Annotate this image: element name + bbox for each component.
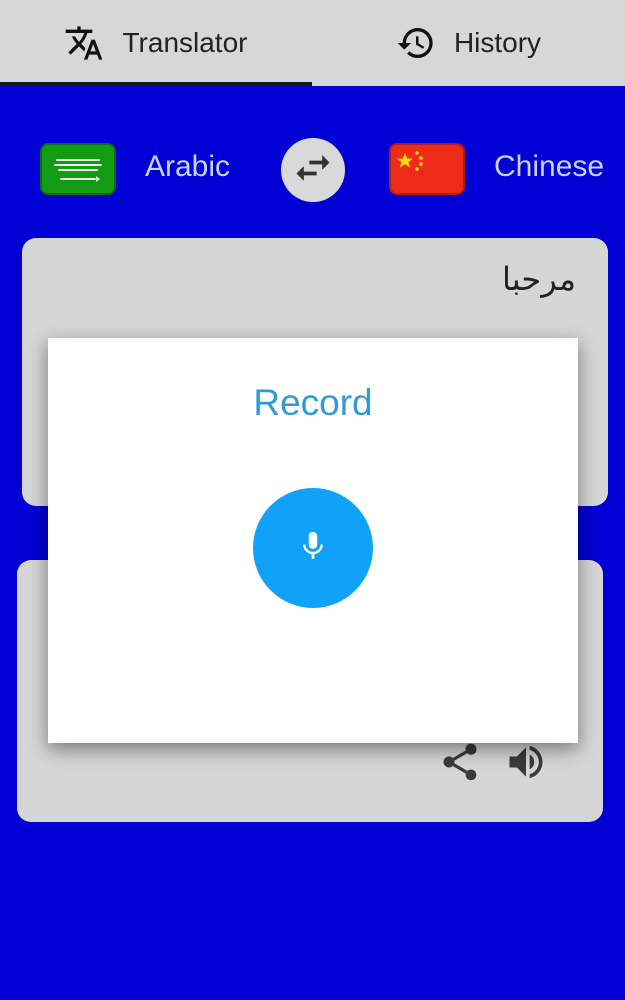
speaker-icon[interactable] — [504, 740, 548, 789]
saudi-flag-icon[interactable] — [40, 143, 116, 195]
tab-bar: Translator History — [0, 0, 625, 86]
china-flag-icon[interactable] — [389, 143, 465, 195]
active-tab-indicator — [0, 82, 312, 86]
history-icon — [396, 23, 436, 63]
target-language-label[interactable]: Chinese — [494, 150, 604, 184]
dialog-title: Record — [253, 382, 373, 423]
swap-languages-button[interactable] — [281, 138, 345, 202]
swap-icon — [291, 146, 335, 195]
translate-icon — [64, 23, 104, 63]
share-icon[interactable] — [438, 740, 482, 789]
record-mic-button[interactable] — [253, 488, 373, 608]
microphone-icon — [296, 529, 330, 568]
tab-history-label: History — [453, 27, 542, 58]
source-language-label[interactable]: Arabic — [145, 150, 230, 184]
source-text[interactable]: مرحبا — [502, 260, 576, 298]
tab-translator[interactable]: Translator — [0, 0, 312, 86]
record-dialog: Record — [48, 338, 578, 743]
translation-actions — [438, 740, 548, 789]
tab-translator-label: Translator — [122, 27, 248, 58]
tab-history[interactable]: History — [312, 0, 625, 86]
